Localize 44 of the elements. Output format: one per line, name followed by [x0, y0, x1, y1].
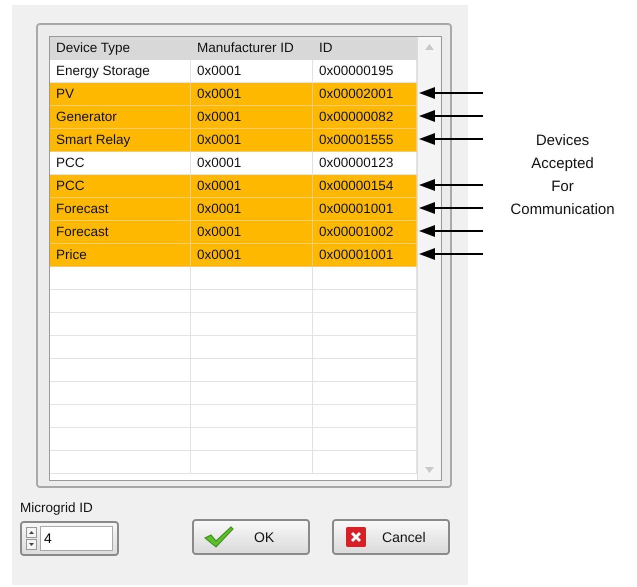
table-cell: Smart Relay	[50, 129, 191, 151]
checkmark-icon	[204, 526, 234, 548]
column-header[interactable]: Device Type	[50, 37, 191, 60]
table-row[interactable]: Generator 0x0001 0x00000082	[50, 106, 417, 129]
table-cell: Forecast	[50, 221, 191, 243]
table-cell: 0x0001	[191, 83, 313, 105]
table-row[interactable]: PCC 0x0001 0x00000154	[50, 175, 417, 198]
arrow-icon	[419, 132, 483, 146]
table-cell: 0x0001	[191, 244, 313, 266]
table-cell: 0x0001	[191, 60, 313, 82]
spin-box[interactable]: 4	[20, 521, 119, 556]
arrow-icon	[419, 109, 483, 123]
table-cell: 0x0001	[191, 175, 313, 197]
table-row[interactable]: Forecast 0x0001 0x00001001	[50, 198, 417, 221]
field-label: Microgrid ID	[20, 500, 94, 515]
column-header[interactable]: Manufacturer ID	[191, 37, 313, 60]
spin-down-icon[interactable]	[26, 539, 37, 550]
arrow-icon	[419, 247, 483, 261]
spin-up-icon[interactable]	[26, 527, 37, 538]
table-row[interactable]: PV 0x0001 0x00002001	[50, 83, 417, 106]
table-cell: PV	[50, 83, 191, 105]
table-cell: PCC	[50, 152, 191, 174]
annotation-text: Devices Accepted For Communication	[509, 131, 616, 220]
table-cell: 0x0001	[191, 129, 313, 151]
arrow-icon	[419, 201, 483, 215]
table-cell: 0x0001	[191, 106, 313, 128]
table-row[interactable]: Smart Relay 0x0001 0x00001555	[50, 129, 417, 152]
table-cell: PCC	[50, 175, 191, 197]
arrow-icon	[419, 224, 483, 238]
arrow-icon	[419, 86, 483, 100]
cancel-button[interactable]: Cancel	[332, 519, 450, 555]
close-icon	[346, 527, 366, 547]
table-row[interactable]: Forecast 0x0001 0x00001002	[50, 221, 417, 244]
table-cell: Forecast	[50, 198, 191, 220]
column-header[interactable]: ID	[313, 37, 417, 60]
table-cell: 0x0001	[191, 152, 313, 174]
table-cell: Price	[50, 244, 191, 266]
table-cell: Generator	[50, 106, 191, 128]
table-cell: 0x0001	[191, 198, 313, 220]
table-cell: Energy Storage	[50, 60, 191, 82]
table-row[interactable]: Price 0x0001 0x00001001	[50, 244, 417, 267]
ok-button[interactable]: OK	[192, 519, 310, 555]
table-cell: 0x0001	[191, 221, 313, 243]
arrow-icon	[419, 178, 483, 192]
